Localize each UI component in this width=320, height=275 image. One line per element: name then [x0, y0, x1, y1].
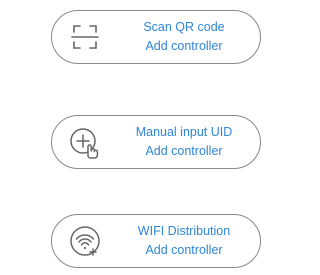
- wifi-add-icon: [68, 224, 102, 258]
- wifi-distribution-text: WIFI Distribution Add controller: [118, 215, 250, 267]
- wifi-distribution-option[interactable]: WIFI Distribution Add controller: [51, 214, 261, 268]
- scan-qr-text: Scan QR code Add controller: [118, 11, 250, 63]
- wifi-distribution-subtitle: Add controller: [145, 243, 223, 257]
- manual-input-title: Manual input UID: [135, 125, 233, 139]
- scan-qr-option[interactable]: Scan QR code Add controller: [51, 10, 261, 64]
- manual-input-text: Manual input UID Add controller: [118, 116, 250, 168]
- scan-qr-title: Scan QR code: [143, 20, 225, 34]
- scan-qr-icon: [68, 20, 102, 54]
- manual-input-option[interactable]: Manual input UID Add controller: [51, 115, 261, 169]
- manual-input-subtitle: Add controller: [145, 144, 223, 158]
- manual-input-icon: [68, 125, 102, 159]
- scan-qr-subtitle: Add controller: [145, 39, 223, 53]
- wifi-distribution-title: WIFI Distribution: [137, 224, 231, 238]
